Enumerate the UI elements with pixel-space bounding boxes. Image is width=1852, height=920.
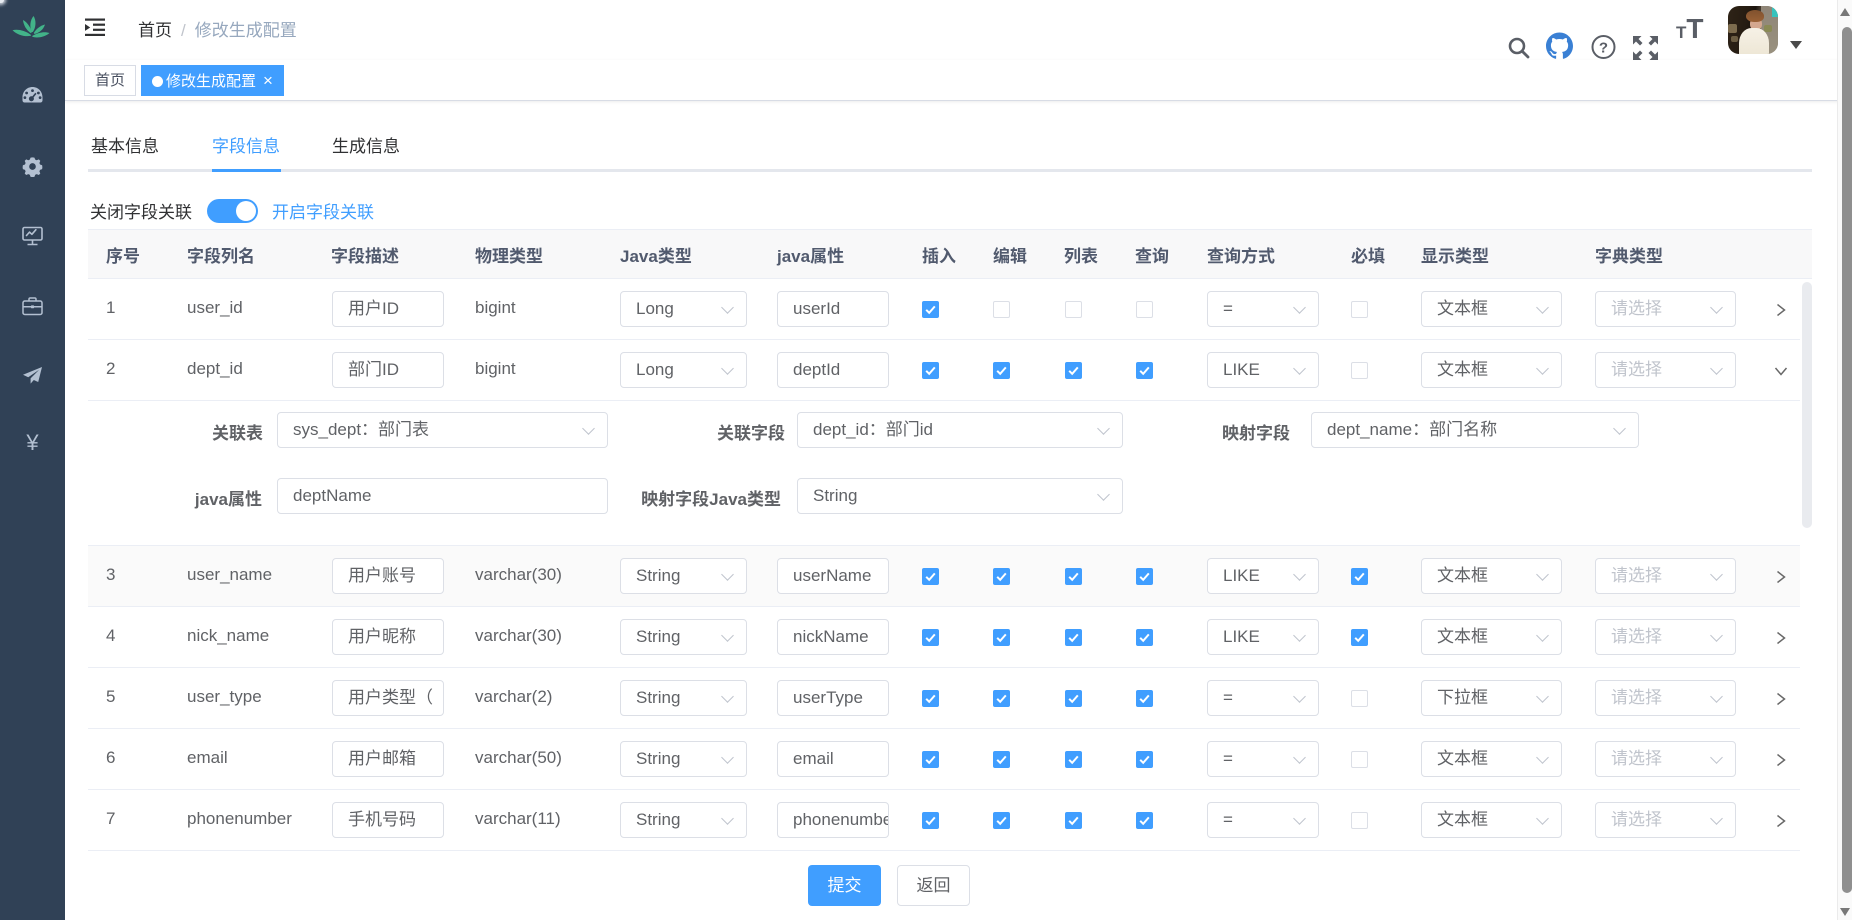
svg-text:?: ? (1599, 39, 1608, 56)
